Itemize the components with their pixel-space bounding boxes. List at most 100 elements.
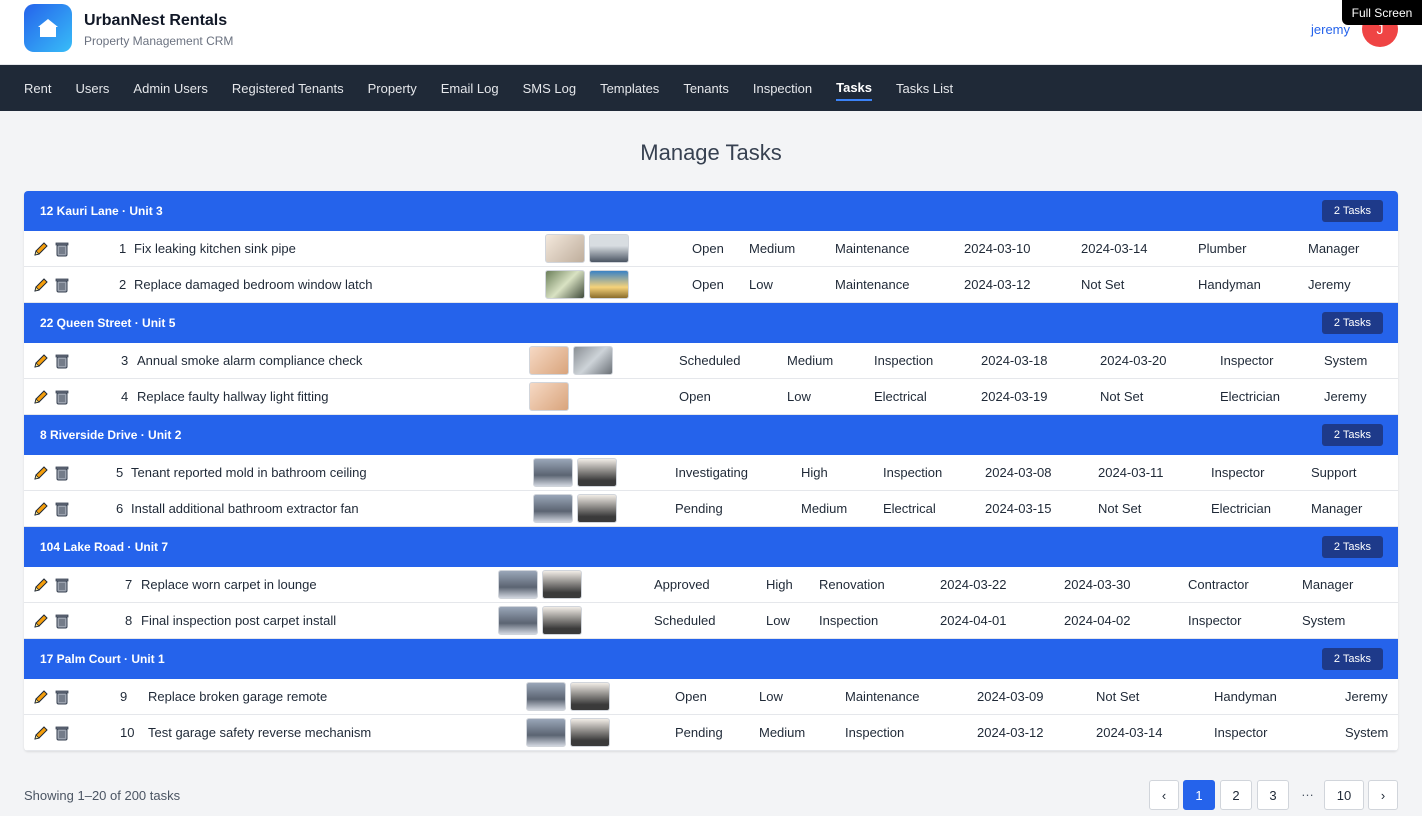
pagination-page-3[interactable]: 3 <box>1257 780 1289 810</box>
task-title: Replace broken garage remote <box>148 689 328 704</box>
task-creator: Manager <box>1308 241 1360 256</box>
pagination-next-button[interactable]: › <box>1368 780 1398 810</box>
task-category: Electrical <box>883 501 936 516</box>
nav-item-templates[interactable]: Templates <box>600 77 659 100</box>
trash-icon[interactable] <box>54 577 70 593</box>
property-title: 12 Kauri Lane · Unit 3 <box>40 204 163 218</box>
task-due-date: 2024-03-11 <box>1098 465 1164 480</box>
nav-item-sms-log[interactable]: SMS Log <box>523 77 576 100</box>
task-photo-thumbnail[interactable] <box>526 718 566 747</box>
trash-icon[interactable] <box>54 353 70 369</box>
home-icon[interactable] <box>24 4 72 52</box>
task-created-date: 2024-03-12 <box>977 725 1044 740</box>
task-photo-thumbnail[interactable] <box>529 346 569 375</box>
task-assignee: Plumber <box>1198 241 1247 256</box>
task-status: Approved <box>654 577 710 592</box>
pencil-icon[interactable] <box>33 689 49 705</box>
nav-item-tenants[interactable]: Tenants <box>683 77 729 100</box>
trash-icon[interactable] <box>54 277 70 293</box>
task-number: 5 <box>116 465 124 480</box>
task-category: Electrical <box>874 389 927 404</box>
nav-item-inspection[interactable]: Inspection <box>753 77 812 100</box>
property-title: 104 Lake Road · Unit 7 <box>40 540 169 554</box>
trash-icon[interactable] <box>54 241 70 257</box>
trash-icon[interactable] <box>54 613 70 629</box>
task-photo-thumbnail[interactable] <box>577 458 617 487</box>
task-status: Scheduled <box>679 353 741 368</box>
task-title: Annual smoke alarm compliance check <box>137 353 363 368</box>
task-status: Investigating <box>675 465 748 480</box>
task-photo-thumbnail[interactable] <box>545 270 585 299</box>
task-photo-thumbnail[interactable] <box>533 458 573 487</box>
task-creator: System <box>1324 353 1368 368</box>
pagination-prev-button[interactable]: ‹ <box>1149 780 1179 810</box>
task-category: Maintenance <box>835 241 910 256</box>
task-photo-thumbnail[interactable] <box>498 570 538 599</box>
nav-item-property[interactable]: Property <box>368 77 417 100</box>
nav-item-admin-users[interactable]: Admin Users <box>133 77 207 100</box>
task-photo-thumbnail[interactable] <box>573 346 613 375</box>
task-creator: Jeremy <box>1324 389 1367 404</box>
task-photo-thumbnail[interactable] <box>589 270 629 299</box>
nav-item-registered-tenants[interactable]: Registered Tenants <box>232 77 344 100</box>
task-photo-thumbnail[interactable] <box>498 606 538 635</box>
fullscreen-tooltip: Full Screen <box>1342 0 1422 25</box>
task-creator: System <box>1302 613 1346 628</box>
task-status: Scheduled <box>654 613 716 628</box>
task-photo-thumbnail[interactable] <box>545 234 585 263</box>
task-photo-thumbnail[interactable] <box>542 570 582 599</box>
group-header: 12 Kauri Lane · Unit 3 2 Tasks <box>24 191 1398 231</box>
task-created-date: 2024-03-19 <box>981 389 1048 404</box>
trash-icon[interactable] <box>54 389 70 405</box>
trash-icon[interactable] <box>54 689 70 705</box>
task-photo-thumbnail[interactable] <box>533 494 573 523</box>
nav-item-rent[interactable]: Rent <box>24 77 51 100</box>
pencil-icon[interactable] <box>33 577 49 593</box>
task-due-date: Not Set <box>1098 501 1142 516</box>
trash-icon[interactable] <box>54 465 70 481</box>
nav-item-tasks[interactable]: Tasks <box>836 76 873 101</box>
task-photo-thumbnail[interactable] <box>526 682 566 711</box>
task-number: 4 <box>121 389 129 404</box>
table-row: 3 Annual smoke alarm compliance check Sche… <box>24 343 1398 379</box>
task-photo-thumbnail[interactable] <box>542 606 582 635</box>
trash-icon[interactable] <box>54 725 70 741</box>
pagination-page-1[interactable]: 1 <box>1183 780 1215 810</box>
trash-icon[interactable] <box>54 501 70 517</box>
task-created-date: 2024-03-15 <box>985 501 1052 516</box>
task-status: Open <box>679 389 711 404</box>
task-priority: High <box>801 465 828 480</box>
app-subtitle: Property Management CRM <box>84 34 234 48</box>
pencil-icon[interactable] <box>33 725 49 741</box>
task-assignee: Electrician <box>1220 389 1280 404</box>
main-nav: Rent Users Admin Users Registered Tenants Pr… <box>0 65 1422 111</box>
task-category: Renovation <box>819 577 885 592</box>
app-header: UrbanNest Rentals Property Management CR… <box>0 0 1422 65</box>
table-row: 8 Final inspection post carpet install Sch… <box>24 603 1398 639</box>
task-priority: High <box>766 577 793 592</box>
table-row: 7 Replace worn carpet in lounge Approved Hi… <box>24 567 1398 603</box>
pencil-icon[interactable] <box>33 241 49 257</box>
pencil-icon[interactable] <box>33 389 49 405</box>
task-photo-thumbnail[interactable] <box>570 718 610 747</box>
pagination-ellipsis: … <box>1301 784 1314 799</box>
nav-item-email-log[interactable]: Email Log <box>441 77 499 100</box>
nav-item-users[interactable]: Users <box>75 77 109 100</box>
task-photo-thumbnail[interactable] <box>570 682 610 711</box>
nav-item-tasks-list[interactable]: Tasks List <box>896 77 953 100</box>
task-priority: Medium <box>759 725 806 740</box>
pencil-icon[interactable] <box>33 353 49 369</box>
task-photo-thumbnail[interactable] <box>577 494 617 523</box>
pencil-icon[interactable] <box>33 501 49 517</box>
pencil-icon[interactable] <box>33 465 49 481</box>
task-photo-thumbnail[interactable] <box>529 382 569 411</box>
pencil-icon[interactable] <box>33 613 49 629</box>
pagination-page-last[interactable]: 10 <box>1324 780 1364 810</box>
task-title: Install additional bathroom extractor fa… <box>131 501 359 516</box>
task-category: Inspection <box>883 465 943 480</box>
task-number: 9 <box>120 689 128 704</box>
task-photo-thumbnail[interactable] <box>589 234 629 263</box>
pagination-page-2[interactable]: 2 <box>1220 780 1252 810</box>
task-priority: Low <box>749 277 773 292</box>
pencil-icon[interactable] <box>33 277 49 293</box>
